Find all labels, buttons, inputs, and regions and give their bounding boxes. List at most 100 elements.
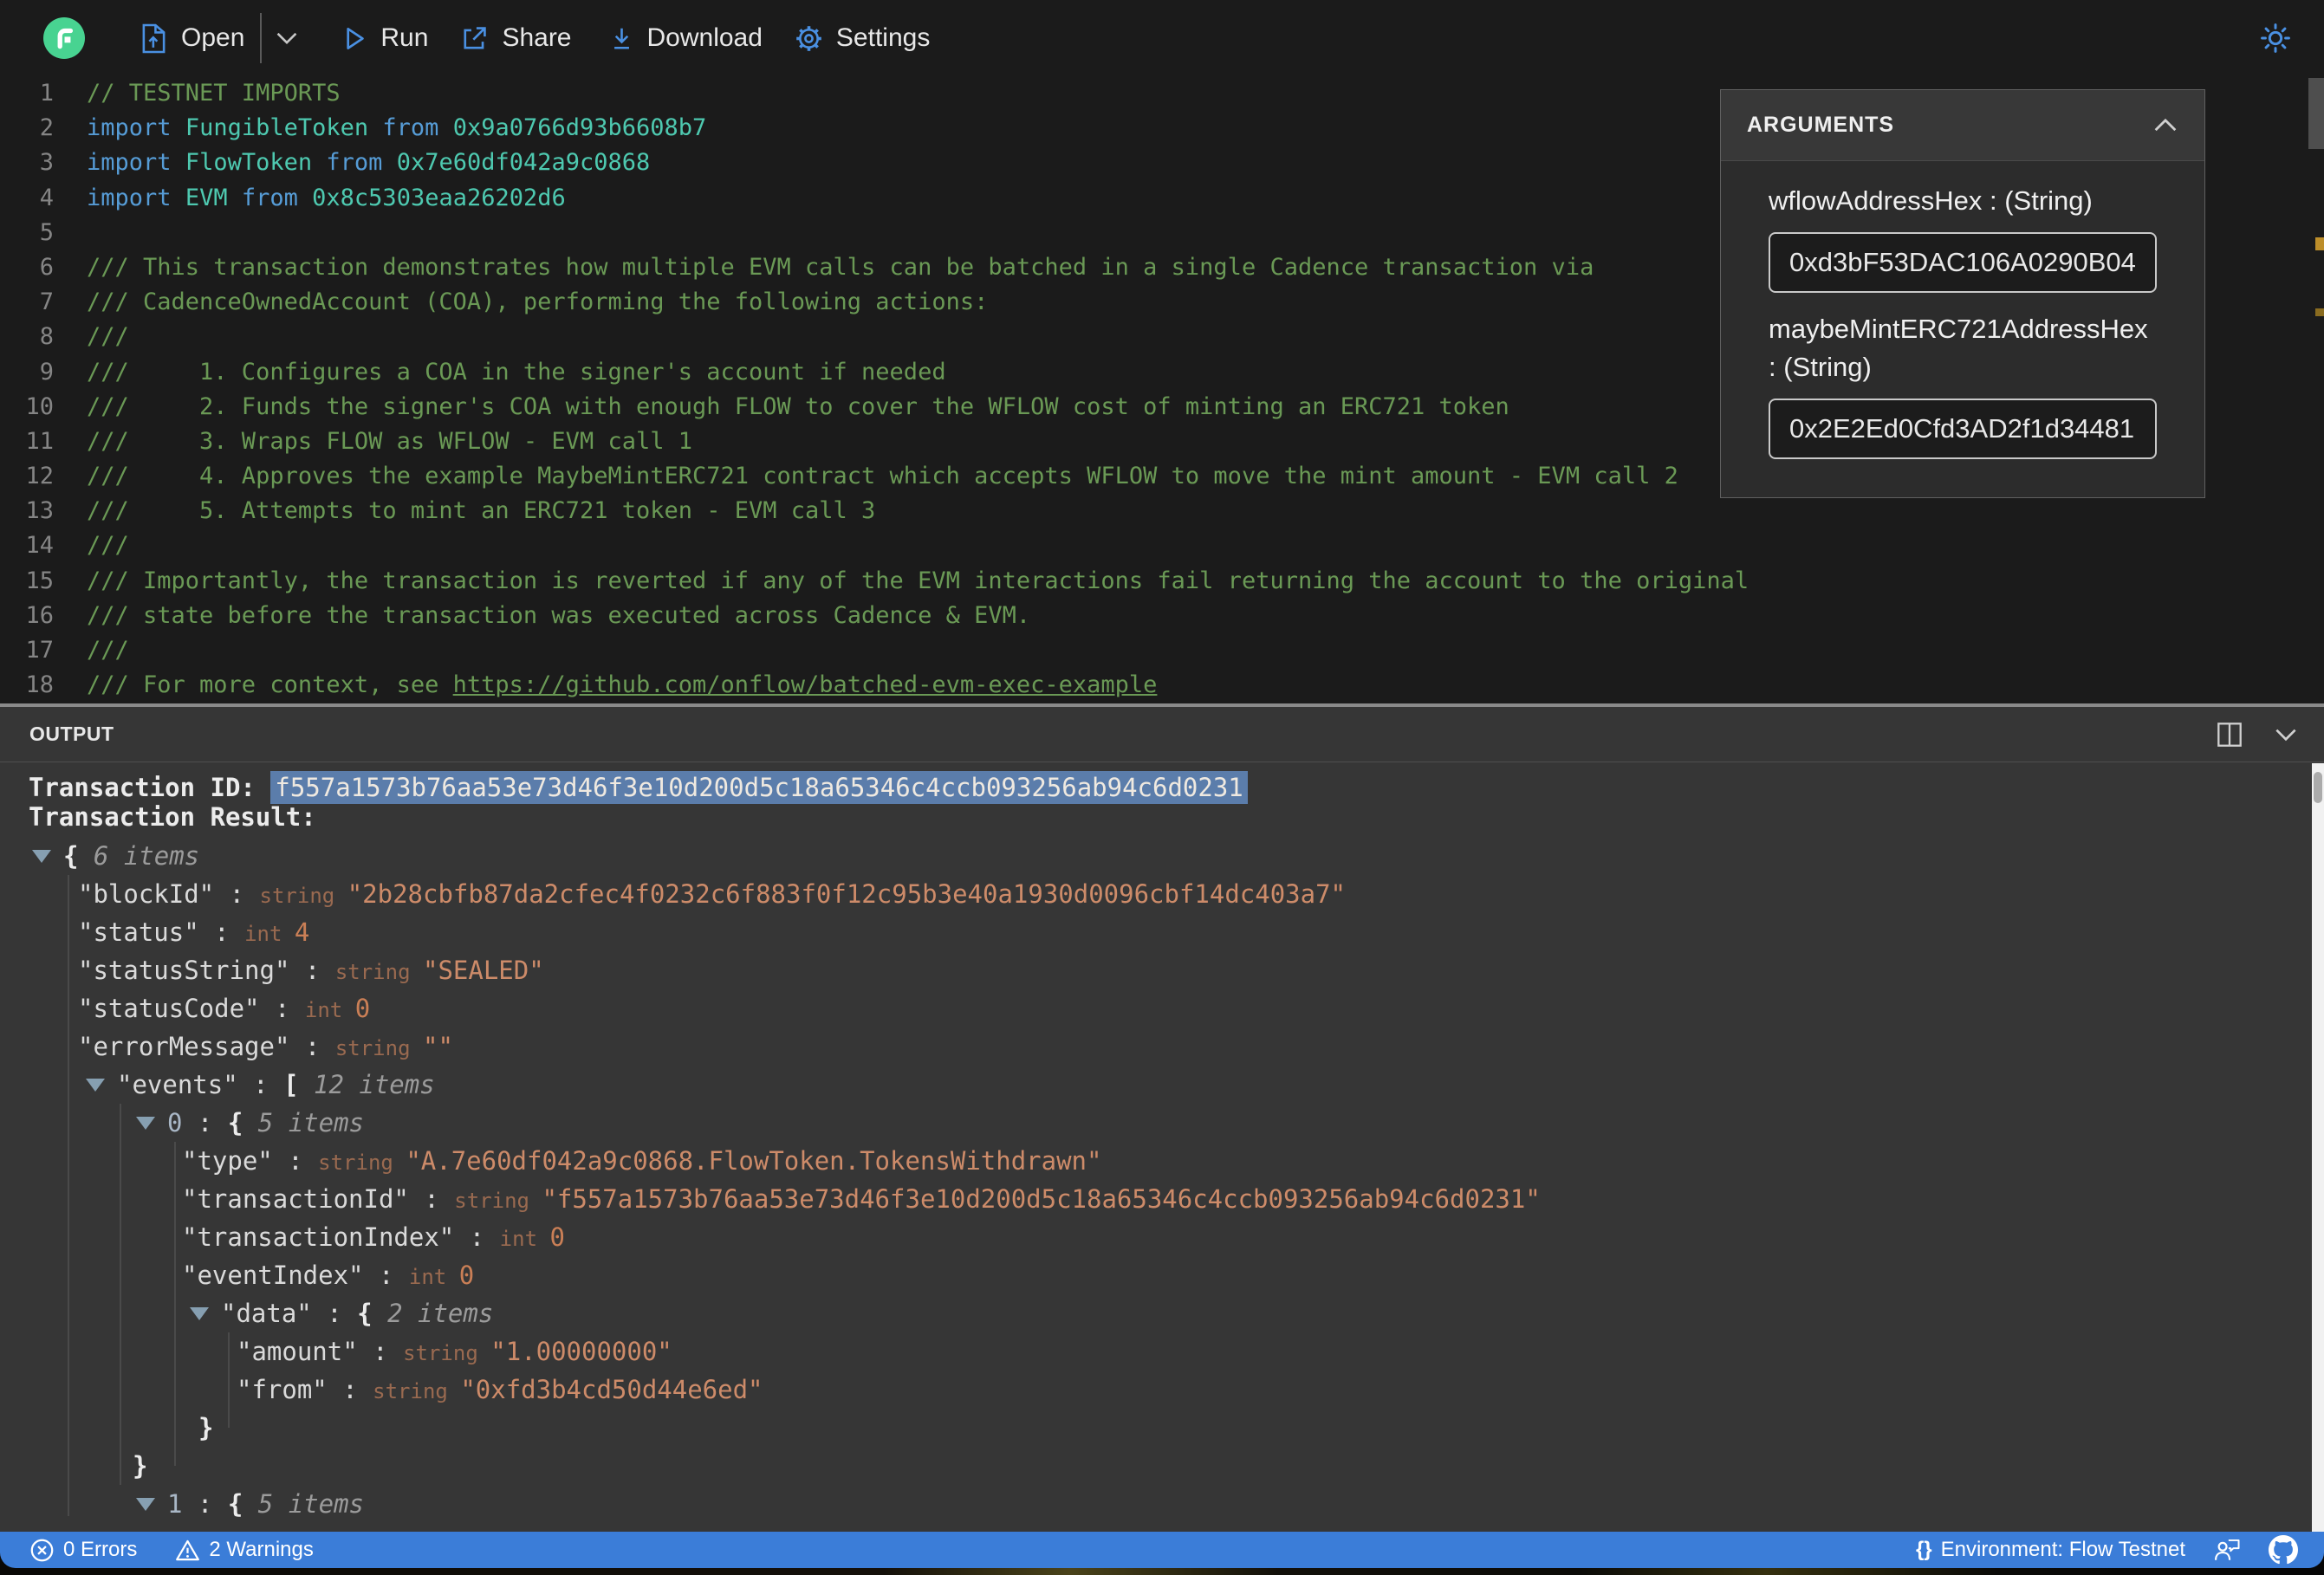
github-link[interactable] [2269,1535,2298,1565]
settings-button[interactable]: Settings [795,23,930,53]
download-icon [613,28,629,49]
warning-triangle-icon [176,1539,200,1560]
environment-status[interactable]: {} Environment: Flow Testnet [1916,1538,2185,1562]
line-number: 9 [39,358,54,386]
code-line: 13/// 5. Attempts to mint an ERC721 toke… [0,494,2324,528]
arguments-collapse-button[interactable] [2152,118,2178,133]
tree-rows: { 6 items "blockId" : string "2b28cbfb87d… [29,837,2324,1531]
output-scrollbar-thumb[interactable] [2314,772,2322,803]
transaction-result-label: Transaction Result: [29,802,316,832]
code-line: 15/// Importantly, the transaction is re… [0,564,2324,599]
collapse-arrow-icon[interactable] [136,1117,155,1130]
split-columns-icon [2217,722,2242,747]
line-number: 4 [39,184,54,211]
line-number: 16 [25,601,54,629]
json-tree-row: "status" : int 4 [78,917,310,947]
collapse-arrow-icon[interactable] [86,1079,105,1092]
indent-guide [68,875,69,1516]
argument-label: maybeMintERC721AddressHex : (String) [1769,314,2148,382]
transaction-id-label: Transaction ID: [29,773,271,802]
chevron-up-icon [2154,118,2177,132]
errors-status[interactable]: 0 Errors [29,1538,137,1563]
argument-input-maybemint-address[interactable] [1769,399,2157,459]
share-button[interactable]: Share [461,23,572,53]
feedback-person-icon [2214,1539,2240,1560]
open-label: Open [181,23,245,52]
collapse-arrow-icon[interactable] [190,1307,209,1320]
app-window: Open Run Share Download Settings 1 // TE… [0,0,2324,1568]
json-result-tree: { 6 items "blockId" : string "2b28cbfb87d… [29,837,2324,1531]
gear-icon [796,25,821,51]
settings-label: Settings [835,23,931,52]
json-tree-row: "type" : string "A.7e60df042a9c0868.Flow… [29,1523,2324,1531]
line-number: 5 [39,218,54,246]
run-button[interactable]: Run [343,23,428,53]
json-tree-row: "events" : [ 12 items [29,1066,2324,1104]
line-number: 6 [39,253,54,281]
line-number: 11 [25,427,54,455]
json-tree-row: { 6 items [29,837,2324,875]
collapse-output-button[interactable] [2274,728,2298,742]
run-label: Run [380,23,429,52]
argument-input-wflow-address[interactable] [1769,232,2157,293]
flow-logo[interactable] [43,17,85,59]
json-tree-row: } [198,1413,214,1442]
indent-guide [174,1142,176,1466]
line-number: 12 [25,463,54,490]
chevron-down-icon [277,32,297,45]
json-tree-row: 0 : { 5 items [29,1104,2324,1142]
warnings-status[interactable]: 2 Warnings [175,1538,314,1562]
collapse-arrow-icon[interactable] [136,1498,155,1511]
json-tree-row: "eventIndex" : int 0 [182,1261,475,1290]
code-line: 18/// For more context, see https://gith… [0,668,2324,703]
error-circle-icon [30,1539,54,1561]
open-button[interactable]: Open [140,23,244,54]
indent-guide [228,1332,230,1428]
share-icon [464,26,487,49]
json-tree-row: "errorMessage" : string "" [78,1032,453,1061]
editor-output-resize-handle[interactable] [0,703,2324,707]
output-header: OUTPUT [0,707,2324,762]
github-icon [2269,1535,2298,1565]
toolbar: Open Run Share Download Settings [0,0,2324,76]
json-tree-row: "amount" : string "1.00000000" [237,1337,672,1366]
json-tree-row: "blockId" : string "2b28cbfb87da2cfec4f0… [78,879,1347,909]
argument-label: wflowAddressHex : (String) [1769,185,2093,216]
json-tree-row: "data" : { 2 items [29,1294,2324,1332]
line-number: 1 [39,80,54,107]
output-body: Transaction ID: f557a1573b76aa53e73d46f3… [0,762,2324,1531]
line-number: 10 [25,392,54,420]
theme-toggle-button[interactable] [2260,23,2291,54]
open-menu-button[interactable] [276,31,298,45]
line-number: 15 [25,567,54,594]
download-label: Download [646,23,763,52]
json-tree-row: "type" : string "A.7e60df042a9c0868.Flow… [182,1146,1102,1176]
transaction-id-line: Transaction ID: f557a1573b76aa53e73d46f3… [29,771,2324,804]
editor-scrollbar-thumb[interactable] [2308,78,2324,149]
braces-icon: {} [1915,1538,1932,1561]
warnings-count: 2 Warnings [209,1538,314,1561]
toolbar-divider [260,13,263,63]
arguments-panel-header[interactable]: ARGUMENTS [1721,90,2204,161]
open-file-icon [142,23,166,53]
output-scrollbar-track[interactable] [2312,763,2324,1532]
status-bar: 0 Errors 2 Warnings {} Environment: Flow… [0,1532,2324,1568]
indent-guide [120,1104,121,1485]
line-number: 7 [39,288,54,316]
line-number: 18 [25,671,54,699]
json-tree-row: "transactionIndex" : int 0 [182,1222,565,1252]
feedback-button[interactable] [2213,1537,2241,1563]
line-number: 8 [39,323,54,351]
flow-logo-icon [57,28,74,49]
errors-count: 0 Errors [63,1538,138,1561]
play-icon [347,27,365,49]
line-number: 3 [39,149,54,177]
split-output-button[interactable] [2217,722,2243,748]
line-number: 13 [25,497,54,525]
collapse-arrow-icon[interactable] [32,850,51,863]
json-tree-row: "statusString" : string "SEALED" [78,956,544,985]
share-label: Share [502,23,572,52]
line-number: 2 [39,114,54,142]
arguments-panel: ARGUMENTS wflowAddressHex : (String) may… [1720,89,2205,498]
download-button[interactable]: Download [610,23,763,53]
